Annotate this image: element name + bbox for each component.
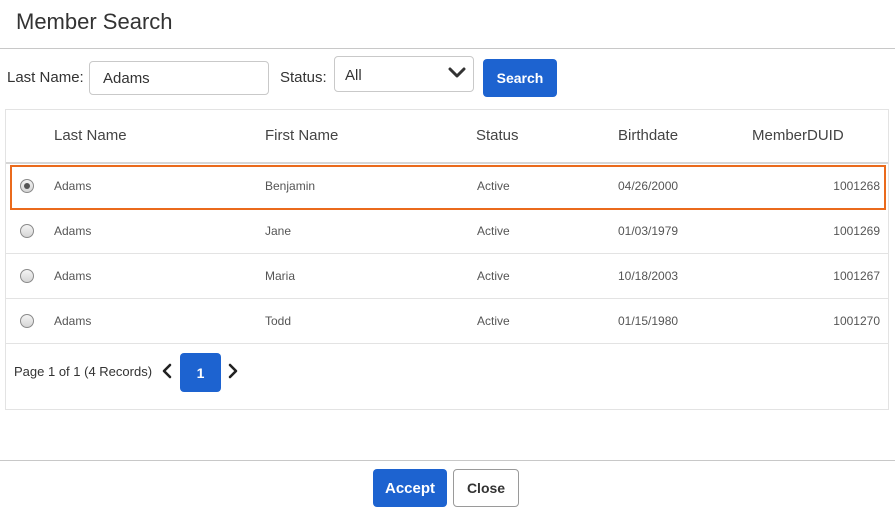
column-header-status[interactable]: Status bbox=[476, 127, 519, 144]
cell-first-name: Jane bbox=[265, 224, 292, 238]
cell-status: Active bbox=[477, 179, 510, 193]
last-name-label: Last Name: bbox=[7, 69, 84, 86]
last-name-input[interactable] bbox=[89, 61, 269, 95]
cell-status: Active bbox=[477, 269, 510, 283]
dialog-title: Member Search bbox=[16, 9, 173, 34]
table-row[interactable]: Adams Maria Active 10/18/2003 1001267 bbox=[6, 254, 888, 299]
cell-first-name: Maria bbox=[265, 269, 296, 283]
column-header-first-name[interactable]: First Name bbox=[265, 127, 338, 144]
cell-memberduid: 1001269 bbox=[833, 224, 880, 238]
cell-first-name: Todd bbox=[265, 314, 292, 328]
close-button[interactable]: Close bbox=[453, 469, 519, 507]
cell-last-name: Adams bbox=[54, 179, 92, 193]
radio-dot-icon bbox=[24, 183, 30, 189]
cell-memberduid: 1001268 bbox=[833, 179, 880, 193]
cell-first-name: Benjamin bbox=[265, 179, 316, 193]
cell-last-name: Adams bbox=[54, 224, 92, 238]
chevron-right-icon[interactable] bbox=[226, 363, 240, 379]
column-header-memberduid[interactable]: MemberDUID bbox=[752, 127, 844, 144]
cell-birthdate: 01/15/1980 bbox=[618, 314, 679, 328]
cell-last-name: Adams bbox=[54, 269, 92, 283]
cell-memberduid: 1001270 bbox=[833, 314, 880, 328]
column-header-birthdate[interactable]: Birthdate bbox=[618, 127, 678, 144]
column-header-last-name[interactable]: Last Name bbox=[54, 127, 127, 144]
table-row[interactable]: Adams Jane Active 01/03/1979 1001269 bbox=[6, 209, 888, 254]
search-button[interactable]: Search bbox=[483, 59, 557, 97]
cell-status: Active bbox=[477, 314, 510, 328]
cell-birthdate: 10/18/2003 bbox=[618, 269, 679, 283]
pager-page-button[interactable]: 1 bbox=[180, 353, 221, 392]
status-label: Status: bbox=[280, 69, 327, 86]
chevron-left-icon[interactable] bbox=[160, 363, 174, 379]
cell-birthdate: 01/03/1979 bbox=[618, 224, 679, 238]
row-radio[interactable] bbox=[20, 224, 34, 238]
table-row[interactable]: Adams Todd Active 01/15/1980 1001270 bbox=[6, 299, 888, 344]
table-row[interactable]: Adams Benjamin Active 04/26/2000 1001268 bbox=[10, 165, 886, 210]
row-radio[interactable] bbox=[20, 269, 34, 283]
cell-status: Active bbox=[477, 224, 510, 238]
row-radio[interactable] bbox=[20, 314, 34, 328]
accept-button[interactable]: Accept bbox=[373, 469, 447, 507]
row-radio-selected[interactable] bbox=[20, 179, 34, 193]
grid-header: Last Name First Name Status Birthdate Me… bbox=[6, 110, 888, 164]
chevron-down-icon bbox=[448, 67, 466, 78]
title-divider bbox=[0, 48, 895, 49]
status-select-value: All bbox=[345, 67, 362, 84]
cell-birthdate: 04/26/2000 bbox=[618, 179, 679, 193]
footer-divider bbox=[0, 460, 895, 461]
cell-last-name: Adams bbox=[54, 314, 92, 328]
pager-summary: Page 1 of 1 (4 Records) bbox=[14, 364, 153, 379]
status-select[interactable]: All bbox=[334, 56, 474, 92]
results-grid: Last Name First Name Status Birthdate Me… bbox=[5, 109, 889, 410]
cell-memberduid: 1001267 bbox=[833, 269, 880, 283]
